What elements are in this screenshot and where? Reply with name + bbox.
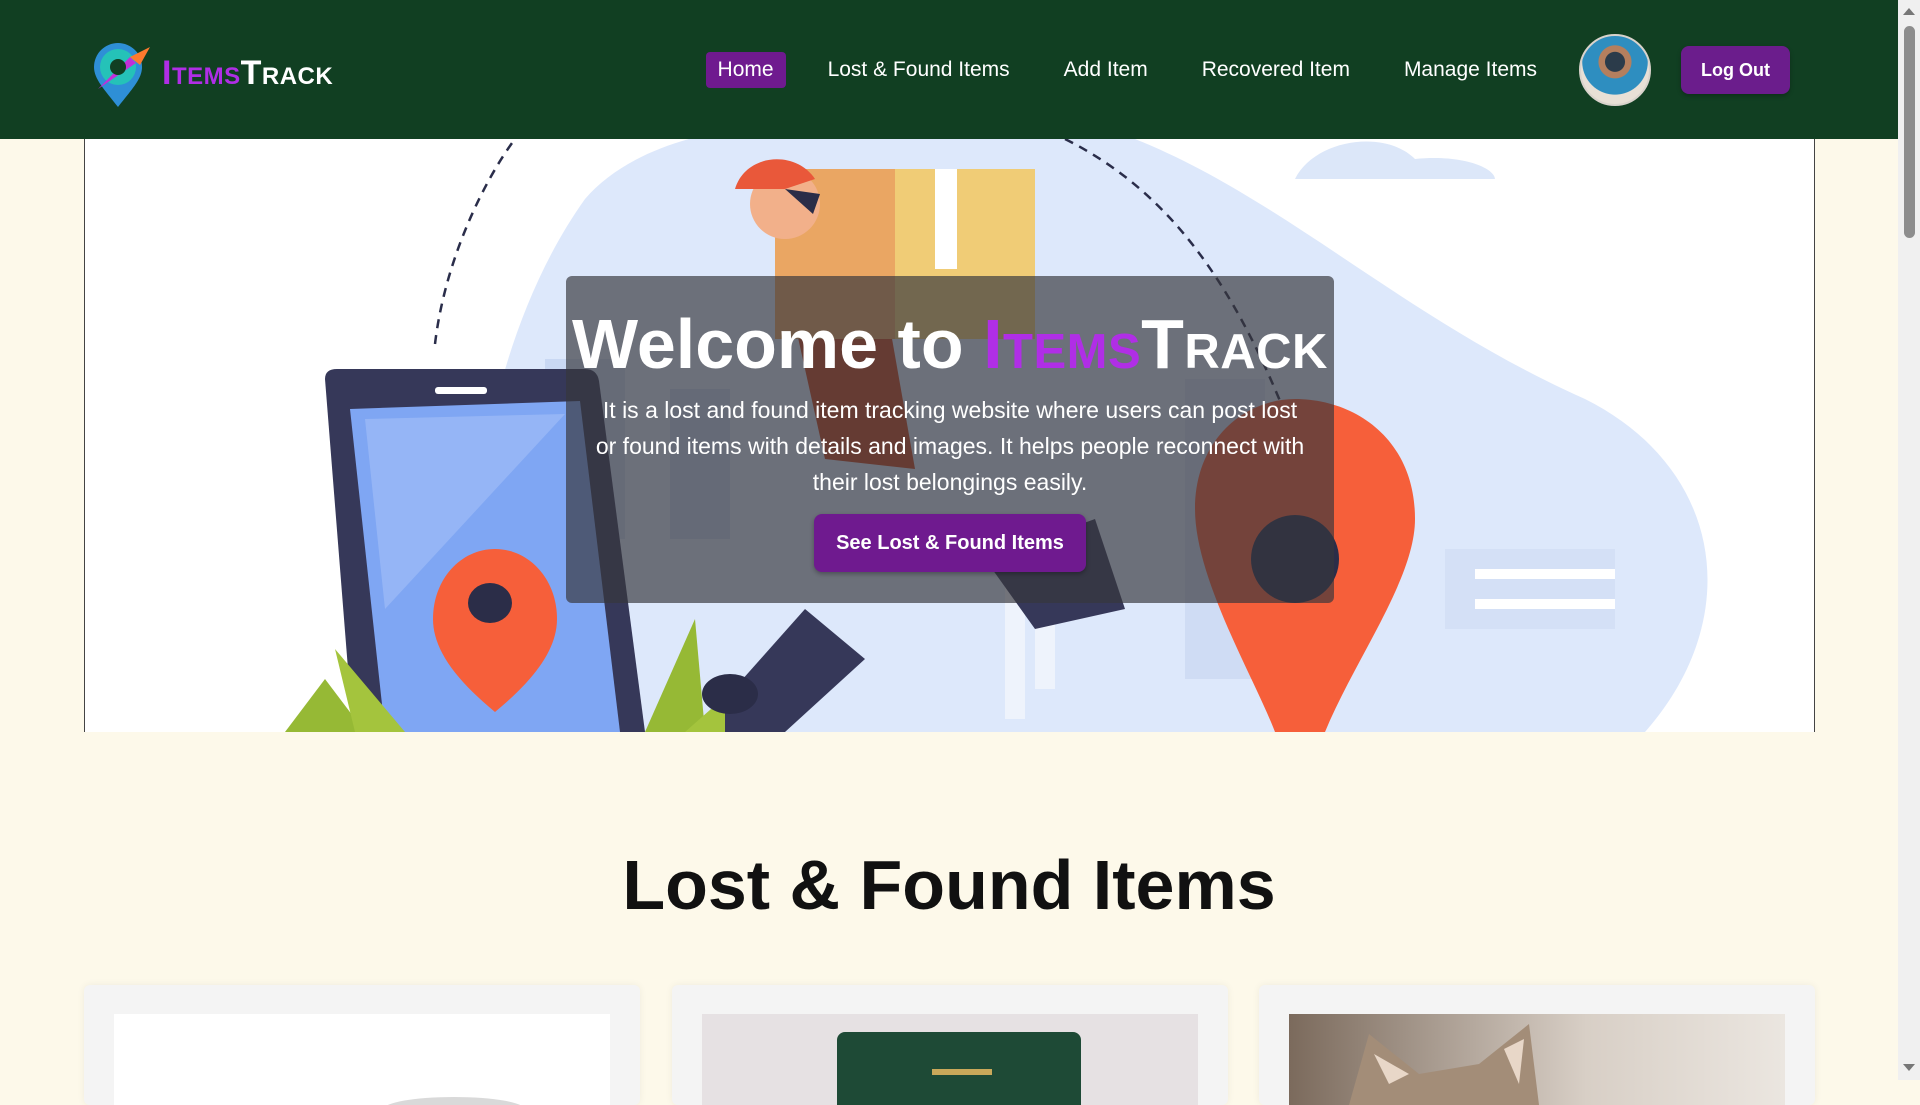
nav-lost-found-items[interactable]: Lost & Found Items xyxy=(816,52,1022,88)
user-avatar[interactable] xyxy=(1579,33,1652,106)
item-card-image xyxy=(114,1014,610,1105)
nav-manage-items[interactable]: Manage Items xyxy=(1392,52,1549,88)
hero-title-brand: ItemsTrack xyxy=(983,305,1328,383)
location-pin-logo-icon xyxy=(94,43,150,107)
item-card-image xyxy=(1289,1014,1785,1105)
hero-title-prefix: Welcome to xyxy=(572,305,964,383)
hero-banner: Welcome to ItemsTrack It is a lost and f… xyxy=(84,139,1815,732)
item-card-image xyxy=(702,1014,1198,1105)
item-card[interactable] xyxy=(1259,985,1815,1105)
hero-title: Welcome to ItemsTrack xyxy=(566,304,1334,384)
page-scrollbar[interactable] xyxy=(1898,0,1920,1080)
section-title: Lost & Found Items xyxy=(622,846,1276,924)
see-lost-found-button[interactable]: See Lost & Found Items xyxy=(814,514,1086,572)
scroll-thumb[interactable] xyxy=(1904,26,1915,238)
navbar: ItemsTrack Home Lost & Found Items Add I… xyxy=(0,0,1898,139)
hero-overlay: Welcome to ItemsTrack It is a lost and f… xyxy=(566,276,1334,603)
nav-add-item[interactable]: Add Item xyxy=(1052,52,1160,88)
hero-description: It is a lost and found item tracking web… xyxy=(595,397,1305,495)
nav-home[interactable]: Home xyxy=(705,51,786,88)
item-card[interactable] xyxy=(672,985,1228,1105)
hero-brand-part2: Track xyxy=(1141,305,1328,383)
logout-button[interactable]: Log Out xyxy=(1681,45,1790,94)
scroll-down-arrow-icon[interactable] xyxy=(1903,1064,1915,1071)
item-card[interactable] xyxy=(84,985,640,1105)
brand-name-part2: Track xyxy=(240,53,334,92)
nav-menu: Home Lost & Found Items Add Item Recover… xyxy=(676,32,1790,107)
brand-name-part1: Items xyxy=(162,53,241,92)
brand-name: ItemsTrack xyxy=(162,54,333,93)
hero-brand-part1: Items xyxy=(983,305,1142,383)
brand-logo[interactable]: ItemsTrack xyxy=(84,38,333,108)
scroll-up-arrow-icon[interactable] xyxy=(1903,8,1915,15)
nav-recovered-item[interactable]: Recovered Item xyxy=(1190,52,1362,88)
